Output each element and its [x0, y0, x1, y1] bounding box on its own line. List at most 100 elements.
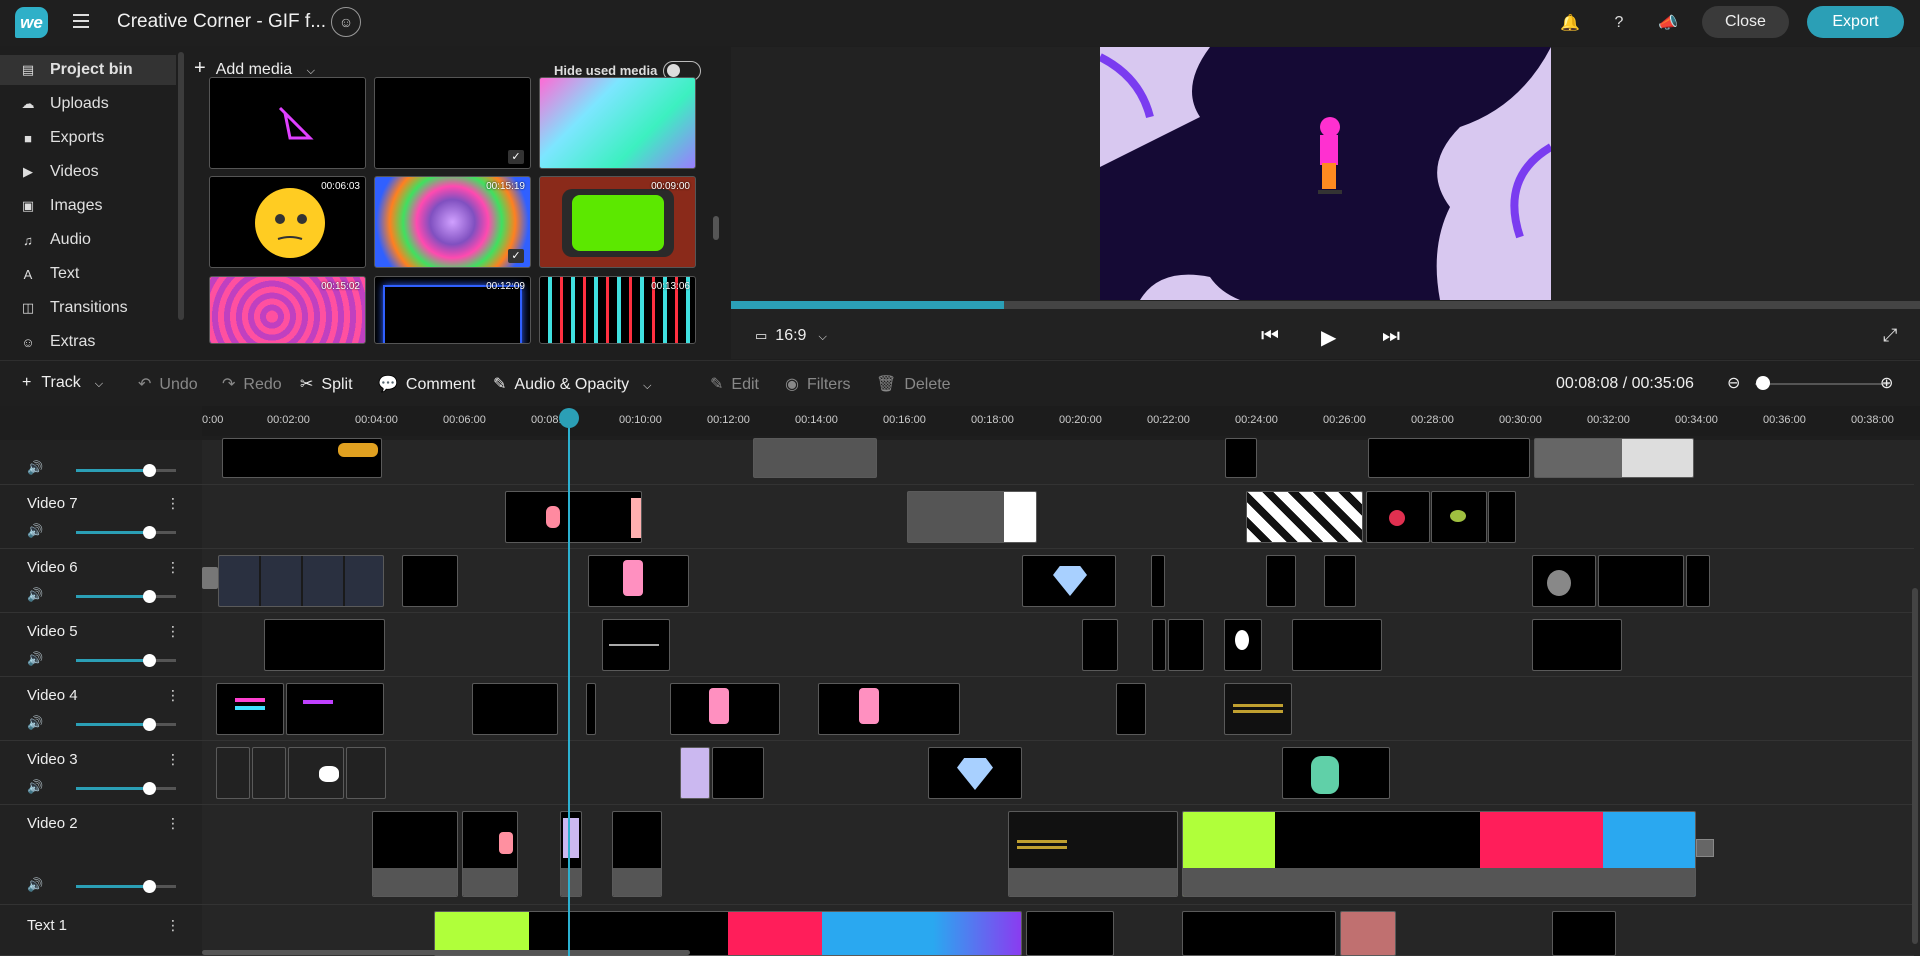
filters-button[interactable]: ◉ Filters: [785, 374, 851, 394]
sidebar-item-uploads[interactable]: ☁ Uploads: [0, 89, 176, 119]
timeline-clip[interactable]: [602, 619, 670, 671]
timeline-clip[interactable]: [286, 683, 384, 735]
zoom-in-icon[interactable]: ⊕: [1880, 373, 1893, 393]
kebab-menu-icon[interactable]: ⋮: [166, 559, 180, 576]
sidebar-item-text[interactable]: A Text: [0, 259, 176, 289]
timeline-clip[interactable]: [264, 619, 385, 671]
kebab-menu-icon[interactable]: ⋮: [166, 687, 180, 704]
timeline-clip[interactable]: [586, 683, 596, 735]
volume-icon[interactable]: 🔊: [27, 523, 43, 539]
sidebar-item-extras[interactable]: ☺ Extras: [0, 327, 176, 357]
export-button[interactable]: Export: [1807, 6, 1904, 38]
app-logo[interactable]: we: [15, 7, 48, 38]
volume-icon[interactable]: 🔊: [27, 877, 43, 893]
timeline-clip[interactable]: [1151, 555, 1165, 607]
media-thumbnail[interactable]: 00:15:19 ✓: [374, 176, 531, 268]
zoom-slider[interactable]: [1755, 383, 1889, 385]
timeline-clip[interactable]: [1282, 747, 1390, 799]
edit-button[interactable]: ✎ Edit: [710, 374, 759, 394]
volume-slider-knob[interactable]: [143, 782, 156, 795]
timeline-clip[interactable]: [222, 438, 382, 478]
timeline-clip[interactable]: [588, 555, 689, 607]
kebab-menu-icon[interactable]: ⋮: [166, 495, 180, 512]
timeline-clip[interactable]: [216, 747, 250, 799]
playhead-handle[interactable]: [559, 408, 579, 428]
project-title[interactable]: Creative Corner - GIF f...: [117, 11, 326, 33]
timeline-clip[interactable]: [346, 747, 386, 799]
timeline-clip[interactable]: [1225, 438, 1257, 478]
timeline-clip[interactable]: [462, 811, 518, 897]
clip-trim-handle[interactable]: [202, 567, 218, 589]
media-thumbnail[interactable]: [539, 77, 696, 169]
timeline-clip[interactable]: [1266, 555, 1296, 607]
timeline-clip[interactable]: [1534, 438, 1694, 478]
collaborator-icon[interactable]: ☺: [331, 7, 361, 37]
timeline-clip[interactable]: [1224, 619, 1262, 671]
timeline-clip[interactable]: [1686, 555, 1710, 607]
undo-button[interactable]: ↶ Undo: [138, 374, 198, 394]
timeline-clip[interactable]: [670, 683, 780, 735]
timeline-clip[interactable]: [1182, 811, 1696, 897]
timeline-clip[interactable]: [1532, 619, 1622, 671]
timeline-clip[interactable]: [252, 747, 286, 799]
timeline-clip[interactable]: [1246, 491, 1363, 543]
track-menu-button[interactable]: + Track ⌵: [22, 374, 103, 392]
timeline-clip[interactable]: [1022, 555, 1116, 607]
zoom-slider-knob[interactable]: [1756, 376, 1770, 390]
fullscreen-icon[interactable]: ⤢: [1883, 325, 1897, 346]
skip-back-icon[interactable]: ⏮: [1261, 325, 1279, 348]
volume-slider-knob[interactable]: [143, 880, 156, 893]
timeline-clip[interactable]: [1168, 619, 1204, 671]
hamburger-menu-icon[interactable]: [73, 14, 89, 28]
timeline-clip[interactable]: [216, 683, 284, 735]
timeline-clip[interactable]: [907, 491, 1037, 543]
volume-icon[interactable]: 🔊: [27, 715, 43, 731]
sidebar-item-audio[interactable]: ♫ Audio: [0, 225, 176, 255]
volume-icon[interactable]: 🔊: [27, 779, 43, 795]
timeline-clip[interactable]: [1082, 619, 1118, 671]
timeline-clip[interactable]: [472, 683, 558, 735]
volume-icon[interactable]: 🔊: [27, 460, 43, 476]
timeline-clip[interactable]: [928, 747, 1022, 799]
timeline-clip[interactable]: [1552, 911, 1616, 956]
media-thumbnail[interactable]: 00:15:02: [209, 276, 366, 344]
transition-icon[interactable]: [1696, 839, 1714, 857]
timeline-clip[interactable]: [680, 747, 710, 799]
timeline-clip[interactable]: [288, 747, 344, 799]
volume-slider-knob[interactable]: [143, 590, 156, 603]
timeline-ruler[interactable]: 0:00 00:02:00 00:04:00 00:06:00 00:08:00…: [202, 406, 1920, 436]
sidebar-item-videos[interactable]: ▶ Videos: [0, 157, 176, 187]
bell-icon[interactable]: 🔔: [1559, 12, 1581, 34]
audio-opacity-button[interactable]: ✎ Audio & Opacity ⌵: [493, 374, 651, 394]
timeline-clip[interactable]: [1152, 619, 1166, 671]
timeline-clip[interactable]: [1116, 683, 1146, 735]
timeline-clip[interactable]: [1026, 911, 1114, 956]
comment-button[interactable]: 💬 Comment: [378, 374, 475, 394]
timeline-clip[interactable]: [505, 491, 642, 543]
kebab-menu-icon[interactable]: ⋮: [166, 751, 180, 768]
timeline-scrollbar[interactable]: [1912, 588, 1918, 944]
timeline-clip[interactable]: [1598, 555, 1684, 607]
split-button[interactable]: ✂ Split: [300, 374, 353, 394]
delete-button[interactable]: 🗑 Delete: [876, 374, 951, 394]
kebab-menu-icon[interactable]: ⋮: [166, 815, 180, 832]
kebab-menu-icon[interactable]: ⋮: [166, 623, 180, 640]
timeline-clip[interactable]: [1008, 811, 1178, 897]
timeline-clip[interactable]: [560, 811, 582, 897]
media-thumbnail[interactable]: 00:06:03: [209, 176, 366, 268]
timeline-clip[interactable]: [1431, 491, 1487, 543]
timeline-clip[interactable]: [402, 555, 458, 607]
volume-slider-knob[interactable]: [143, 464, 156, 477]
play-icon[interactable]: ▶: [1321, 325, 1336, 350]
timeline-clip[interactable]: [1532, 555, 1596, 607]
skip-forward-icon[interactable]: ⏭: [1382, 325, 1400, 348]
aspect-ratio-selector[interactable]: ▭ 16:9 ⌵: [755, 327, 827, 345]
timeline-clip[interactable]: [1340, 911, 1396, 956]
timeline-clip[interactable]: [612, 811, 662, 897]
timeline-horizontal-scrollbar[interactable]: [202, 950, 690, 955]
megaphone-icon[interactable]: 📣: [1657, 12, 1679, 34]
timeline-clip[interactable]: [712, 747, 764, 799]
close-button[interactable]: Close: [1702, 6, 1789, 38]
sidebar-item-project-bin[interactable]: ▤ Project bin: [0, 55, 176, 85]
timeline-clip[interactable]: [372, 811, 458, 897]
